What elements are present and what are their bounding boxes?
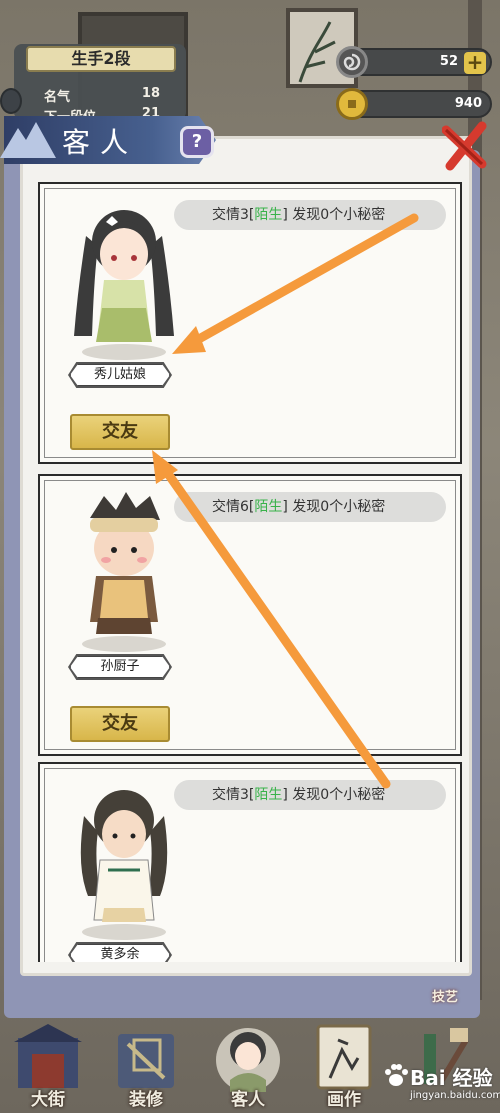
fame-stat: 名气 18: [44, 86, 160, 105]
nav-decorate-label: 装修: [129, 1090, 163, 1110]
fame-label: 名气: [44, 90, 71, 105]
mountain-icon: [0, 122, 56, 158]
nav-painting[interactable]: 画作: [302, 1020, 386, 1112]
relation-info: 交情3[陌生] 发现0个小秘密: [174, 200, 446, 230]
guest-portrait[interactable]: [64, 776, 184, 944]
watermark-sub: jingyan.baidu.com: [410, 1090, 500, 1101]
guest-card: 交情6[陌生] 发现0个小秘密 孙厨子 交友: [38, 474, 462, 756]
relation-status: 陌生: [254, 499, 283, 515]
skill-tag[interactable]: 技艺: [432, 986, 466, 1006]
relation-prefix: 交情3[: [212, 787, 255, 803]
street-icon: [14, 1024, 82, 1088]
spiral-coin-icon: [336, 46, 368, 78]
relation-info: 交情6[陌生] 发现0个小秘密: [174, 492, 446, 522]
guest-list[interactable]: 交情3[陌生] 发现0个小秘密 秀儿姑娘 交友 交情6[陌生] 发现0个小秘密: [38, 182, 462, 962]
relation-status: 陌生: [254, 207, 283, 223]
guest-name: 黄多余: [70, 944, 170, 962]
fame-value: 18: [141, 86, 160, 101]
guest-portrait[interactable]: [64, 488, 184, 656]
relation-prefix: 交情6[: [212, 499, 255, 515]
nav-street-label: 大街: [31, 1090, 65, 1110]
relation-prefix: 交情3[: [212, 207, 255, 223]
nav-decorate[interactable]: 装修: [104, 1020, 188, 1112]
baidu-watermark: Bai 经验 jingyan.baidu.com: [380, 1058, 500, 1108]
watermark-main: Bai 经验: [410, 1066, 493, 1090]
decorate-icon: [118, 1034, 174, 1088]
guest-name: 孙厨子: [70, 656, 170, 678]
nav-guest-label: 客人: [231, 1090, 265, 1110]
gold-coin-icon: [336, 88, 368, 120]
currency-coin: 940: [336, 88, 492, 120]
befriend-button[interactable]: 交友: [70, 414, 170, 450]
paw-icon: [385, 1064, 408, 1086]
painting-icon: [316, 1024, 372, 1090]
nav-guest[interactable]: 客人: [206, 1020, 290, 1112]
relation-status: 陌生: [254, 787, 283, 803]
close-icon[interactable]: [442, 120, 490, 172]
befriend-button[interactable]: 交友: [70, 706, 170, 742]
guest-card: 交情3[陌生] 发现0个小秘密 秀儿姑娘 交友: [38, 182, 462, 464]
guest-card: 交情3[陌生] 发现0个小秘密 黄多余: [38, 762, 462, 962]
rank-title: 生手2段: [26, 46, 176, 72]
add-currency-button[interactable]: +: [464, 52, 486, 74]
currency-spiral: 52 +: [336, 46, 492, 78]
guest-icon: [216, 1028, 280, 1092]
relation-info: 交情3[陌生] 发现0个小秘密: [174, 780, 446, 810]
guest-portrait[interactable]: [64, 196, 184, 364]
dialog-title: 客人: [62, 126, 139, 159]
help-button[interactable]: ?: [180, 126, 214, 158]
guest-name: 秀儿姑娘: [70, 364, 170, 386]
currency-coin-value: 940: [454, 96, 482, 111]
nav-painting-label: 画作: [327, 1090, 361, 1110]
relation-suffix: ] 发现0个小秘密: [282, 499, 386, 515]
relation-suffix: ] 发现0个小秘密: [282, 787, 386, 803]
relation-suffix: ] 发现0个小秘密: [282, 207, 386, 223]
currency-spiral-value: 52: [439, 54, 458, 69]
nav-street[interactable]: 大街: [6, 1020, 90, 1112]
